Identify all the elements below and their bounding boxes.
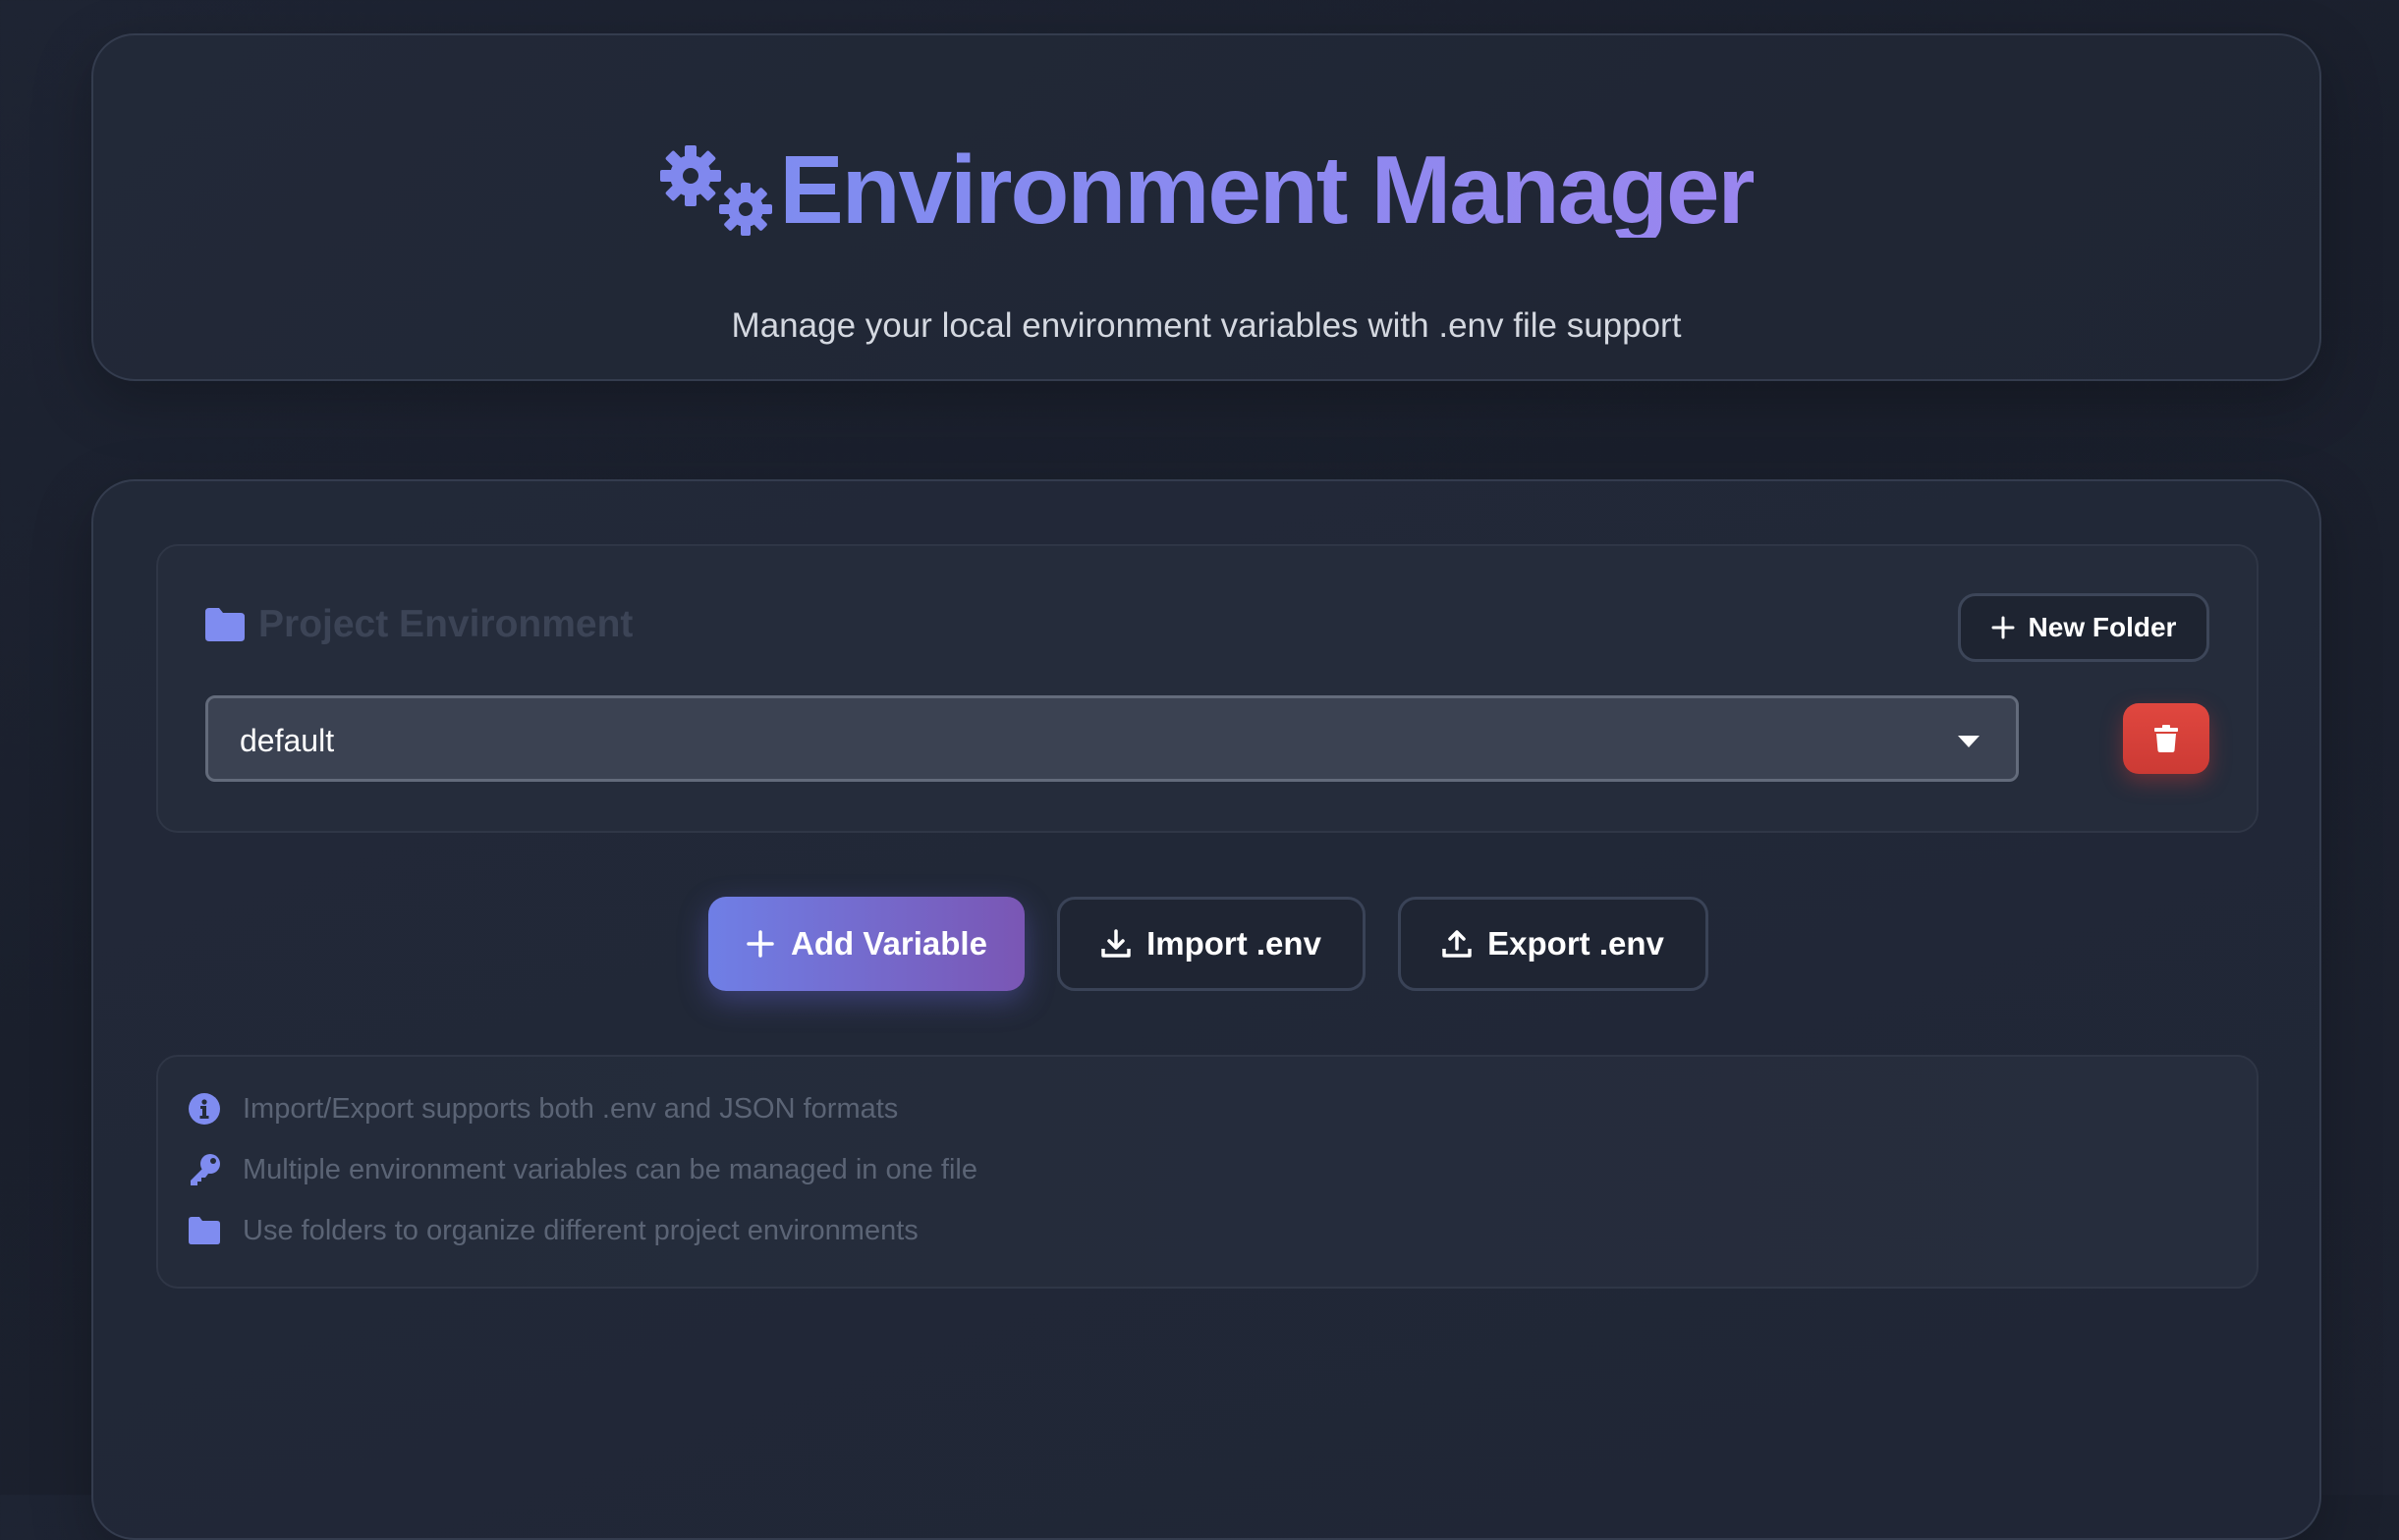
export-env-label: Export .env: [1487, 925, 1664, 962]
header-card: Environment Manager Manage your local en…: [91, 33, 2321, 381]
main-card: Project Environment New Folder default A…: [91, 479, 2321, 1540]
plus-icon: [747, 930, 774, 958]
info-item: Import/Export supports both .env and JSO…: [188, 1092, 898, 1126]
add-variable-button[interactable]: Add Variable: [708, 897, 1025, 991]
info-item: Use folders to organize different projec…: [188, 1214, 919, 1247]
upload-icon: [1442, 930, 1472, 958]
add-variable-label: Add Variable: [791, 925, 987, 962]
delete-folder-button[interactable]: [2123, 703, 2209, 774]
trash-icon: [2154, 725, 2178, 752]
new-folder-button[interactable]: New Folder: [1958, 593, 2209, 662]
environment-panel: Project Environment New Folder default: [156, 544, 2259, 833]
import-env-button[interactable]: Import .env: [1057, 897, 1366, 991]
title-row: Environment Manager: [93, 126, 2319, 253]
plus-icon: [1991, 616, 2015, 639]
panel-title: Project Environment: [205, 603, 633, 646]
panel-title-text: Project Environment: [258, 603, 634, 645]
new-folder-label: New Folder: [2028, 612, 2177, 642]
info-item: Multiple environment variables can be ma…: [188, 1153, 977, 1186]
folder-select-value: default: [240, 723, 335, 758]
chevron-down-icon: [1958, 736, 1980, 747]
folder-icon: [189, 1217, 220, 1244]
action-row: Add Variable Import .env Export .env: [93, 897, 2319, 991]
app-title: Environment Manager: [779, 136, 1755, 244]
folder-icon: [205, 608, 245, 641]
import-env-label: Import .env: [1146, 925, 1321, 962]
key-icon: [191, 1154, 220, 1185]
export-env-button[interactable]: Export .env: [1398, 897, 1708, 991]
info-item-text: Use folders to organize different projec…: [243, 1214, 919, 1246]
info-item-text: Multiple environment variables can be ma…: [243, 1153, 977, 1185]
gears-icon: [660, 145, 773, 236]
info-circle-icon: [189, 1093, 220, 1125]
folder-select[interactable]: default: [205, 695, 2019, 782]
page-subtitle: Manage your local environment variables …: [731, 306, 1682, 345]
download-icon: [1101, 929, 1131, 958]
info-item-text: Import/Export supports both .env and JSO…: [243, 1092, 899, 1125]
info-panel: Import/Export supports both .env and JSO…: [156, 1055, 2259, 1289]
